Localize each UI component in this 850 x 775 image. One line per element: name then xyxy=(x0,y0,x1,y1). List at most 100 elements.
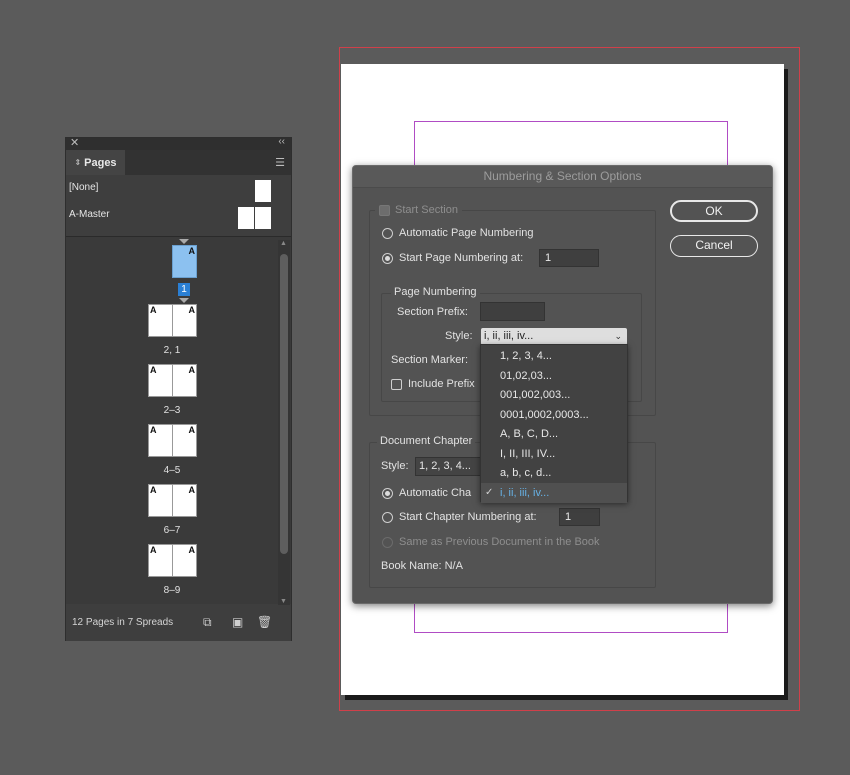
right-master-letter: A xyxy=(188,365,196,375)
right-master-letter: A xyxy=(188,305,196,315)
chapter-style-select[interactable]: 1, 2, 3, 4... xyxy=(415,457,485,476)
page-1-thumb[interactable]: A xyxy=(172,245,197,278)
master-none-label[interactable]: [None] xyxy=(69,182,98,193)
pages-scrollbar[interactable]: ▲ ▼ xyxy=(278,240,290,605)
page-count-text: 12 Pages in 7 Spreads xyxy=(72,617,174,628)
scroll-down-icon[interactable]: ▼ xyxy=(280,598,287,605)
spread-divider xyxy=(172,304,173,337)
left-master-letter: A xyxy=(150,485,157,495)
chevron-down-icon: ⌄ xyxy=(614,331,622,341)
style-label: Style: xyxy=(445,330,473,342)
page-1-master-letter: A xyxy=(188,246,196,256)
left-master-letter: A xyxy=(150,425,157,435)
new-page-icon[interactable]: ▣ xyxy=(232,615,243,629)
spread-label: 2, 1 xyxy=(163,345,181,356)
start-chapter-label: Start Chapter Numbering at: xyxy=(399,511,537,523)
style-option[interactable]: 0001,0002,0003... xyxy=(481,405,627,425)
include-prefix-option[interactable]: Include Prefix xyxy=(391,378,475,390)
chapter-style-label: Style: xyxy=(381,460,409,472)
master-a-label[interactable]: A-Master xyxy=(69,209,110,220)
spread-divider xyxy=(172,484,173,517)
style-option[interactable]: 1, 2, 3, 4... xyxy=(481,346,627,366)
include-prefix-checkbox[interactable] xyxy=(391,378,402,390)
style-option-selected-label: i, ii, iii, iv... xyxy=(500,487,550,499)
pages-panel: ✕ ‹‹ ⇕ Pages ☰ [None] A-Master A 1 A A 2… xyxy=(65,136,292,641)
auto-chapter-label: Automatic Cha xyxy=(399,487,472,499)
master-a-right-thumb[interactable] xyxy=(255,207,271,229)
same-as-previous-label: Same as Previous Document in the Book xyxy=(399,536,600,548)
style-option-selected[interactable]: ✓ i, ii, iii, iv... xyxy=(481,483,627,503)
page-1-number-badge[interactable]: 1 xyxy=(178,283,190,296)
panel-titlebar: ✕ ‹‹ xyxy=(66,136,291,150)
start-section-row[interactable]: Start Section xyxy=(375,203,462,217)
master-a-left-thumb[interactable] xyxy=(238,207,254,229)
include-prefix-label: Include Prefix xyxy=(408,378,475,390)
style-option[interactable]: I, II, III, IV... xyxy=(481,444,627,464)
spread-divider xyxy=(172,364,173,397)
page-numbering-group-label: Page Numbering xyxy=(391,286,480,298)
spread-marker-icon xyxy=(179,298,189,303)
start-section-label: Start Section xyxy=(395,204,458,216)
start-page-numbering-option[interactable]: Start Page Numbering at: xyxy=(382,252,523,264)
auto-page-numbering-radio[interactable] xyxy=(382,227,393,239)
document-chapter-group-label: Document Chapter xyxy=(377,435,476,447)
spread-divider xyxy=(172,424,173,457)
style-option[interactable]: A, B, C, D... xyxy=(481,424,627,444)
panel-footer: 12 Pages in 7 Spreads ⧉ ▣ 🗑 xyxy=(66,605,291,641)
start-page-numbering-radio[interactable] xyxy=(382,252,393,264)
book-name-text: Book Name: N/A xyxy=(381,560,463,572)
tab-pages[interactable]: ⇕ Pages xyxy=(66,150,125,175)
start-section-checkbox[interactable] xyxy=(379,204,390,216)
right-master-letter: A xyxy=(188,425,196,435)
collapse-icon[interactable]: ‹‹ xyxy=(278,136,285,147)
page-style-select[interactable]: i, ii, iii, iv... ⌄ xyxy=(481,328,627,345)
style-option[interactable]: a, b, c, d... xyxy=(481,463,627,483)
spread-label: 2–3 xyxy=(163,405,181,416)
spread-marker-icon xyxy=(179,239,189,244)
start-chapter-input[interactable]: 1 xyxy=(559,508,600,526)
auto-page-numbering-label: Automatic Page Numbering xyxy=(399,227,534,239)
start-chapter-option[interactable]: Start Chapter Numbering at: xyxy=(382,511,537,523)
checkmark-icon: ✓ xyxy=(485,487,494,498)
panel-menu-icon[interactable]: ☰ xyxy=(275,156,285,169)
spread-4-5[interactable]: A A xyxy=(148,424,197,457)
section-prefix-input[interactable] xyxy=(480,302,545,321)
style-dropdown-menu: 1, 2, 3, 4... 01,02,03... 001,002,003...… xyxy=(480,344,628,503)
master-none-thumb[interactable] xyxy=(255,180,271,202)
right-master-letter: A xyxy=(188,545,196,555)
right-master-letter: A xyxy=(188,485,196,495)
dialog-title: Numbering & Section Options xyxy=(353,166,772,188)
section-marker-label: Section Marker: xyxy=(391,354,469,366)
auto-chapter-radio[interactable] xyxy=(382,487,393,499)
spread-label: 6–7 xyxy=(163,525,181,536)
section-prefix-label: Section Prefix: xyxy=(397,306,468,318)
page-style-value: i, ii, iii, iv... xyxy=(484,330,534,342)
updown-icon: ⇕ xyxy=(74,158,82,167)
scroll-up-icon[interactable]: ▲ xyxy=(280,240,287,247)
style-option[interactable]: 001,002,003... xyxy=(481,385,627,405)
left-master-letter: A xyxy=(150,545,157,555)
start-page-number-input[interactable]: 1 xyxy=(539,249,599,267)
tab-pages-label: Pages xyxy=(84,156,117,169)
same-as-previous-radio[interactable] xyxy=(382,536,393,548)
scroll-thumb[interactable] xyxy=(280,254,288,554)
close-icon[interactable]: ✕ xyxy=(70,136,79,149)
left-master-letter: A xyxy=(150,305,157,315)
spread-6-7[interactable]: A A xyxy=(148,484,197,517)
auto-chapter-option[interactable]: Automatic Cha xyxy=(382,487,471,499)
spread-2-3[interactable]: A A xyxy=(148,364,197,397)
trash-icon[interactable]: 🗑 xyxy=(257,615,272,629)
spread-2-1[interactable]: A A xyxy=(148,304,197,337)
ok-button[interactable]: OK xyxy=(670,200,758,222)
spread-label: 8–9 xyxy=(163,585,181,596)
auto-page-numbering-option[interactable]: Automatic Page Numbering xyxy=(382,227,534,239)
page-size-icon[interactable]: ⧉ xyxy=(203,615,212,630)
start-chapter-radio[interactable] xyxy=(382,511,393,523)
style-option[interactable]: 01,02,03... xyxy=(481,366,627,386)
left-master-letter: A xyxy=(150,365,157,375)
cancel-button[interactable]: Cancel xyxy=(670,235,758,257)
spread-divider xyxy=(172,544,173,577)
spread-8-9[interactable]: A A xyxy=(148,544,197,577)
same-as-previous-option[interactable]: Same as Previous Document in the Book xyxy=(382,536,600,548)
panel-tab-row: ⇕ Pages ☰ xyxy=(66,150,291,175)
